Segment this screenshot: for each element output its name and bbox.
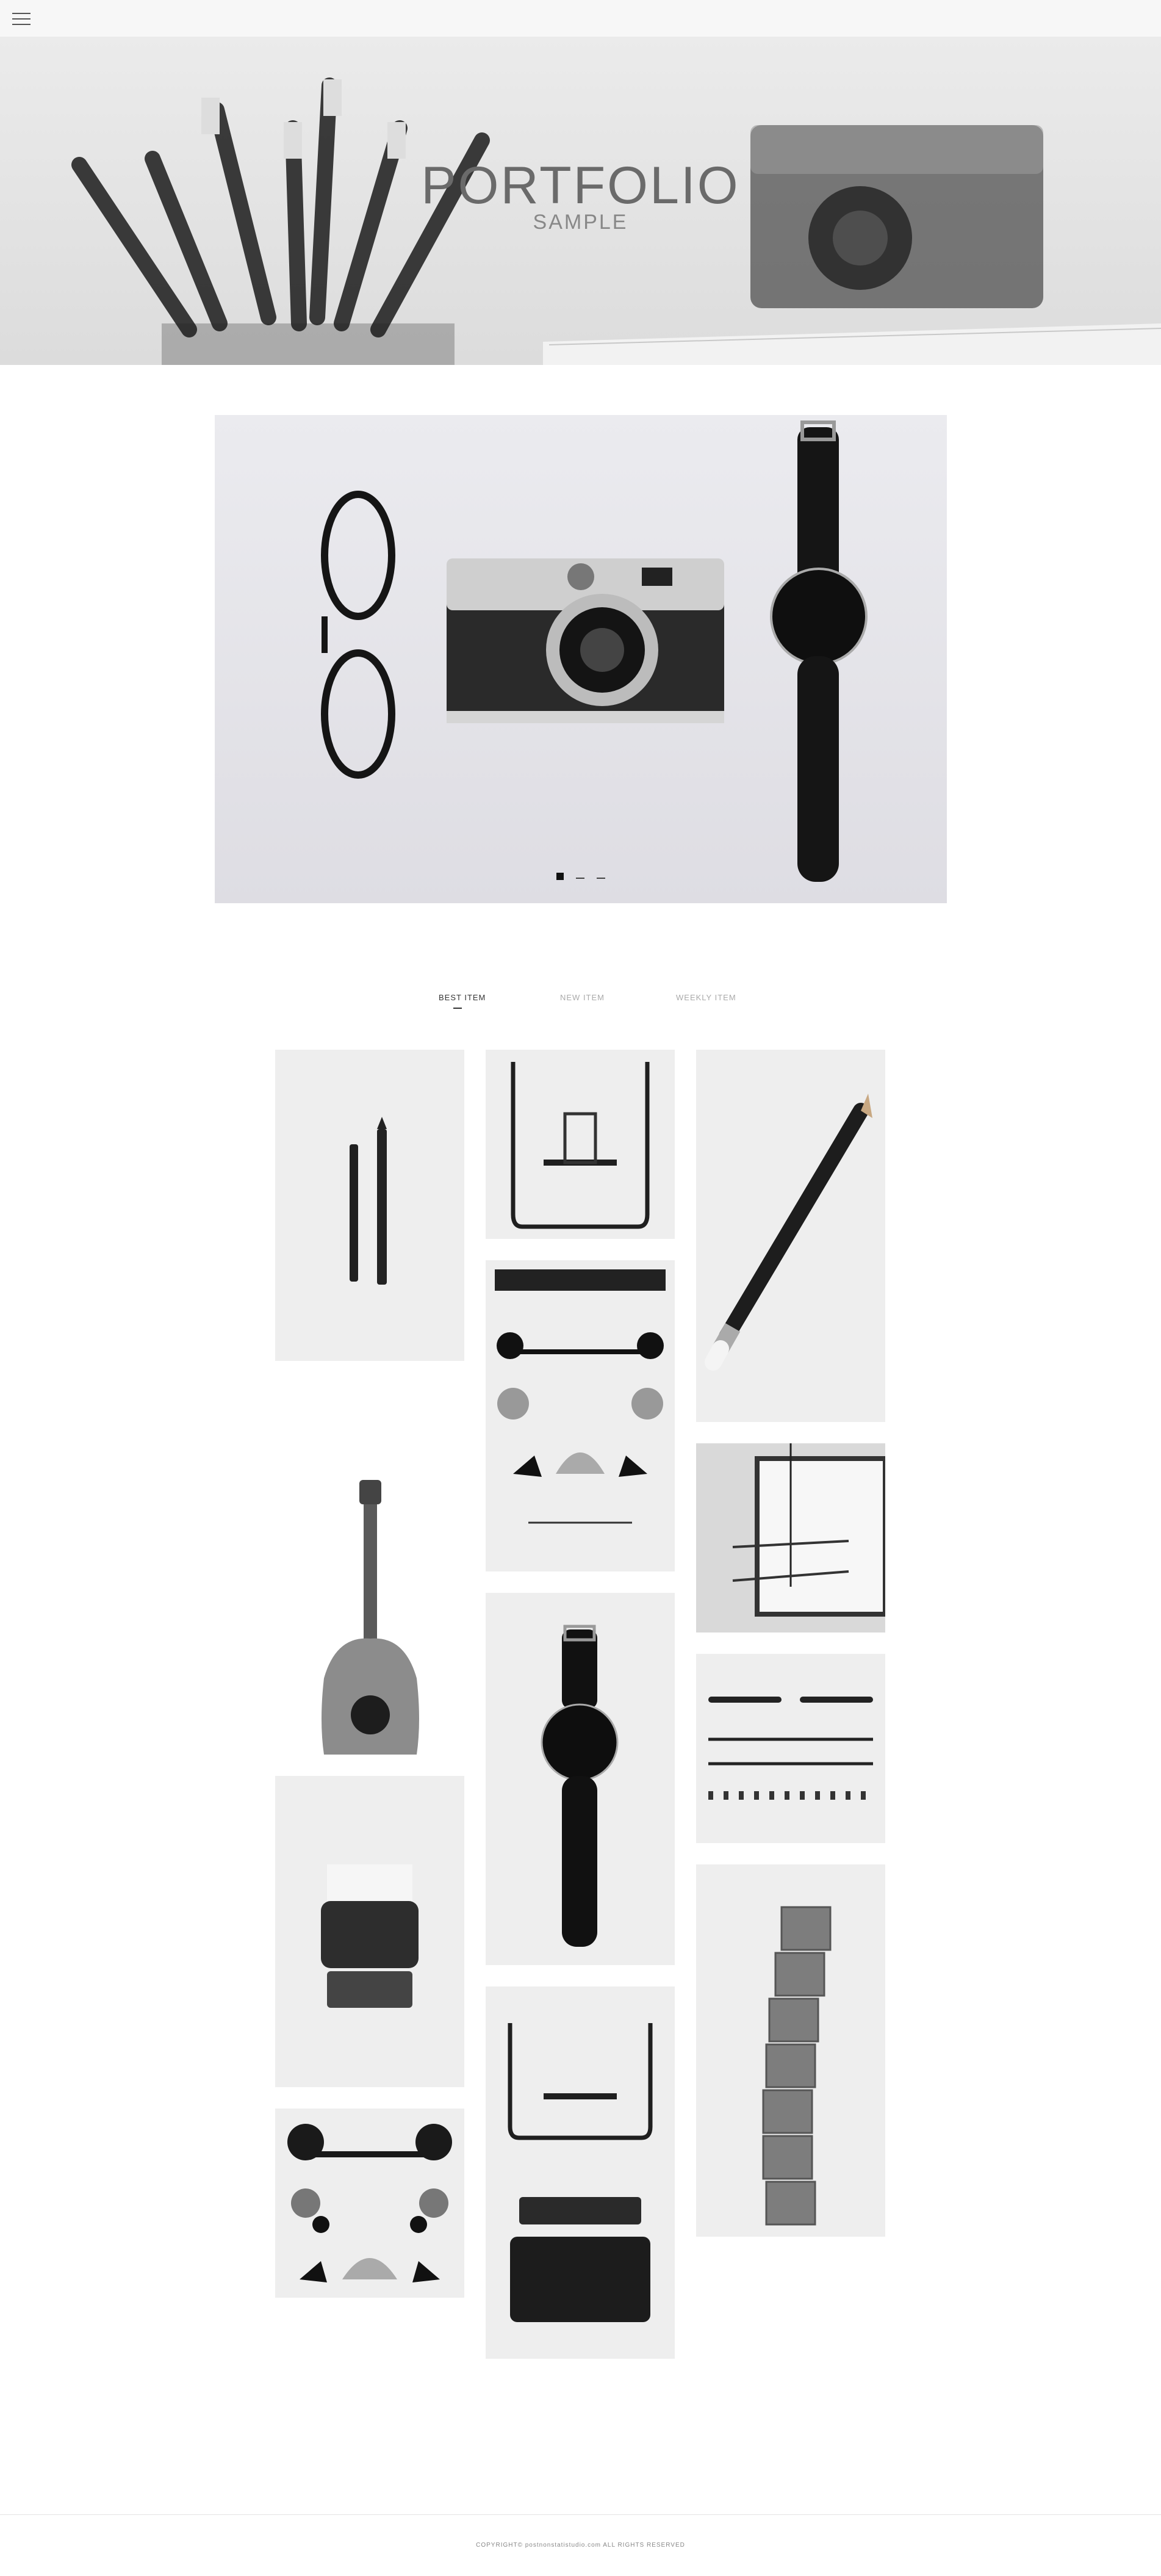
gallery-item-ceiling-lamp[interactable]	[696, 1443, 885, 1633]
gallery-item-wristwatch[interactable]	[486, 1593, 675, 1965]
tab-weekly-item[interactable]: WEEKLY ITEM	[676, 993, 736, 1002]
image-slider[interactable]	[215, 415, 947, 903]
tab-new-item[interactable]: NEW ITEM	[560, 993, 605, 1002]
slider-dot-3[interactable]	[597, 878, 605, 879]
hero-title: PORTFOLIO	[421, 156, 740, 215]
hamburger-menu-icon[interactable]	[11, 9, 32, 29]
tab-best-item[interactable]: BEST ITEM	[439, 993, 486, 1002]
footer-copyright: COPYRIGHT© postnonstatistudio.com ALL RI…	[476, 2542, 685, 2549]
gallery-item-pencil[interactable]	[696, 1050, 885, 1422]
slider-dot-1[interactable]	[556, 873, 564, 880]
gallery-item-desk-flatlay[interactable]	[486, 1260, 675, 1571]
gallery-item-pens[interactable]	[275, 1050, 464, 1361]
hero-banner: PORTFOLIO SAMPLE	[0, 37, 1161, 365]
gallery-item-type-blocks[interactable]	[696, 1864, 885, 2237]
slider-dot-2[interactable]	[576, 878, 584, 879]
gallery-item-binder-clips[interactable]	[275, 2109, 464, 2298]
hero-subtitle: SAMPLE	[533, 211, 628, 234]
gallery-item-stand-rack[interactable]	[486, 1050, 675, 1239]
slide-image	[321, 420, 868, 882]
active-tab-indicator	[453, 1008, 462, 1009]
gallery-item-typewriter[interactable]	[275, 1776, 464, 2087]
gallery-item-tool-set[interactable]	[696, 1654, 885, 1843]
footer-divider	[0, 2514, 1161, 2515]
top-bar	[0, 0, 1161, 37]
gallery-item-guitar[interactable]	[275, 1477, 464, 1755]
gallery-item-stand-and-stamps[interactable]	[486, 1986, 675, 2359]
